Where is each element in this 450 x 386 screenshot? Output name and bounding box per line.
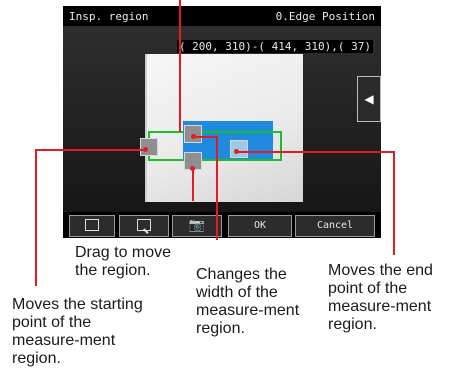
side-panel-toggle[interactable]: ◀ (357, 76, 381, 122)
inspection-item: 0.Edge Position (275, 10, 375, 23)
end-point-handle[interactable] (230, 140, 248, 158)
cancel-button[interactable]: Cancel (295, 215, 375, 237)
start-lead-vertical (35, 149, 37, 286)
end-lead-horizontal (237, 151, 395, 153)
width-lead-horizontal (196, 136, 218, 138)
zoom-button[interactable] (119, 215, 169, 237)
start-dot (143, 147, 148, 152)
coordinate-readout: ( 200, 310)-( 414, 310),( 37) (176, 40, 373, 53)
camera-image-area[interactable]: ◀ (63, 26, 381, 212)
start-annotation: Moves the starting point of the measure-… (12, 296, 143, 367)
zoom-icon (137, 219, 151, 231)
drag-lead-vertical-lower (192, 169, 194, 201)
title-bar: Insp. region 0.Edge Position (63, 6, 381, 26)
drag-dot (190, 166, 195, 171)
screen-title: Insp. region (69, 10, 149, 23)
camera-icon: 📷 (188, 218, 206, 233)
end-dot (234, 149, 239, 154)
end-lead-vertical (393, 151, 395, 255)
fit-button[interactable] (69, 215, 115, 237)
width-lead-vertical (216, 136, 218, 240)
capture-button[interactable]: 📷 (172, 215, 222, 237)
width-dot (191, 134, 196, 139)
button-bar: 📷 OK Cancel (63, 212, 381, 238)
end-annotation: Moves the end point of the measure-ment … (328, 262, 433, 333)
drag-lead-vertical (179, 0, 181, 132)
start-lead-horizontal (35, 149, 146, 151)
device-screen: Insp. region 0.Edge Position ◀ ( 200, 31… (63, 6, 381, 238)
width-annotation: Changes the width of the measure-ment re… (196, 266, 300, 337)
drag-annotation: Drag to move the region. (75, 244, 172, 279)
frame-icon (85, 219, 99, 231)
ok-button[interactable]: OK (228, 215, 292, 237)
